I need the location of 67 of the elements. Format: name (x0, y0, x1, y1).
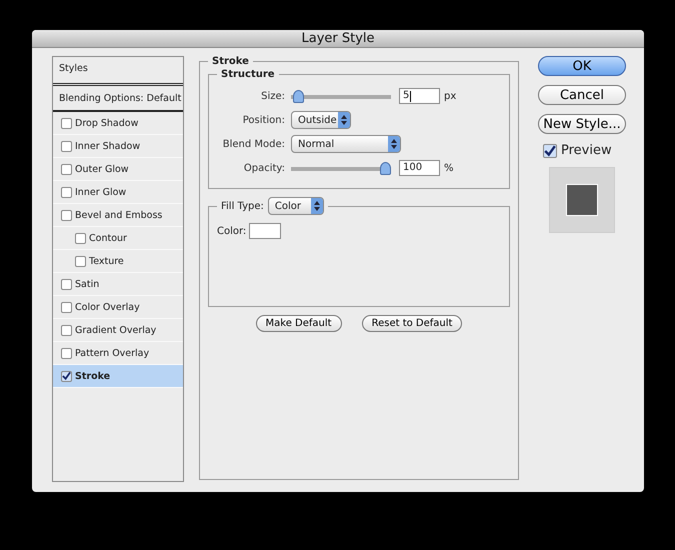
window-title: Layer Style (301, 31, 375, 46)
position-dropdown[interactable]: Outside (291, 111, 351, 129)
list-item[interactable]: Outer Glow (53, 158, 183, 181)
checkbox[interactable] (61, 370, 72, 382)
checkbox[interactable] (61, 140, 72, 152)
list-item[interactable]: Drop Shadow (53, 112, 183, 135)
checkbox[interactable] (61, 164, 72, 174)
size-field[interactable]: 5 (399, 88, 440, 104)
unit-label: % (443, 162, 454, 174)
checkbox[interactable] (75, 256, 86, 266)
position-label: Position: (242, 114, 286, 126)
group-title: Stroke (211, 56, 250, 67)
blend-mode-label: Blend Mode: (222, 138, 286, 150)
list-item[interactable]: Color Overlay (53, 296, 183, 319)
list-item[interactable]: Inner Glow (53, 181, 183, 204)
item-label: Pattern Overlay (75, 348, 150, 358)
dialog-button[interactable]: Cancel (538, 85, 626, 105)
list-header: Styles (53, 57, 183, 86)
list-item[interactable]: Blending Options: Default (53, 86, 183, 112)
item-label: Satin (75, 278, 100, 290)
checkbox[interactable] (61, 186, 72, 198)
panel-button[interactable]: Make Default (256, 315, 342, 332)
fill-type-label: Fill Type: (221, 200, 264, 212)
list-item[interactable]: Satin (53, 273, 183, 296)
opacity-label: Opacity: (242, 162, 286, 174)
color-label: Color: (217, 226, 246, 236)
group-title: Structure (220, 69, 276, 80)
list-item[interactable]: Bevel and Emboss (53, 204, 183, 227)
item-label: Bevel and Emboss (75, 210, 162, 220)
preview-thumbnail (549, 167, 615, 233)
list-item[interactable]: Gradient Overlay (53, 319, 183, 342)
checkbox[interactable] (61, 302, 72, 312)
item-label: Drop Shadow (75, 118, 138, 128)
unit-label: px (443, 90, 456, 102)
size-label: Size: (260, 90, 286, 102)
item-label: Inner Shadow (75, 140, 140, 152)
item-label: Contour (89, 232, 127, 244)
color-swatch[interactable] (249, 223, 282, 239)
preview-label: Preview (561, 143, 612, 158)
stepper-arrows-icon (310, 198, 323, 214)
slider-thumb[interactable] (292, 90, 304, 102)
fill-type-dropdown[interactable]: Color (268, 197, 324, 215)
item-label: Gradient Overlay (75, 324, 156, 336)
list-item[interactable]: Texture (53, 250, 183, 273)
list-item[interactable]: Inner Shadow (53, 135, 183, 158)
opacity-field[interactable]: 100 (399, 160, 440, 176)
blend-mode-dropdown[interactable]: Normal (291, 135, 401, 153)
dialog-button[interactable]: New Style... (538, 114, 626, 134)
stepper-arrows-icon (338, 112, 350, 128)
list-item[interactable]: Stroke (53, 365, 183, 388)
item-label: Outer Glow (75, 164, 129, 174)
list-item[interactable]: Contour (53, 227, 183, 250)
checkbox[interactable] (61, 348, 72, 358)
item-label: Stroke (75, 370, 110, 382)
checkbox[interactable] (61, 278, 72, 290)
stepper-arrows-icon (388, 136, 400, 152)
checkbox[interactable] (61, 118, 72, 128)
item-label: Color Overlay (75, 302, 140, 312)
checkbox[interactable] (61, 210, 72, 220)
item-label: Texture (89, 256, 124, 266)
preview-checkbox[interactable] (543, 144, 557, 158)
slider-thumb[interactable] (380, 162, 391, 174)
panel-button[interactable]: Reset to Default (362, 315, 462, 332)
checkbox[interactable] (61, 324, 72, 336)
dialog-button[interactable]: OK (538, 56, 626, 76)
checkbox[interactable] (75, 232, 86, 244)
item-label: Inner Glow (75, 186, 126, 198)
